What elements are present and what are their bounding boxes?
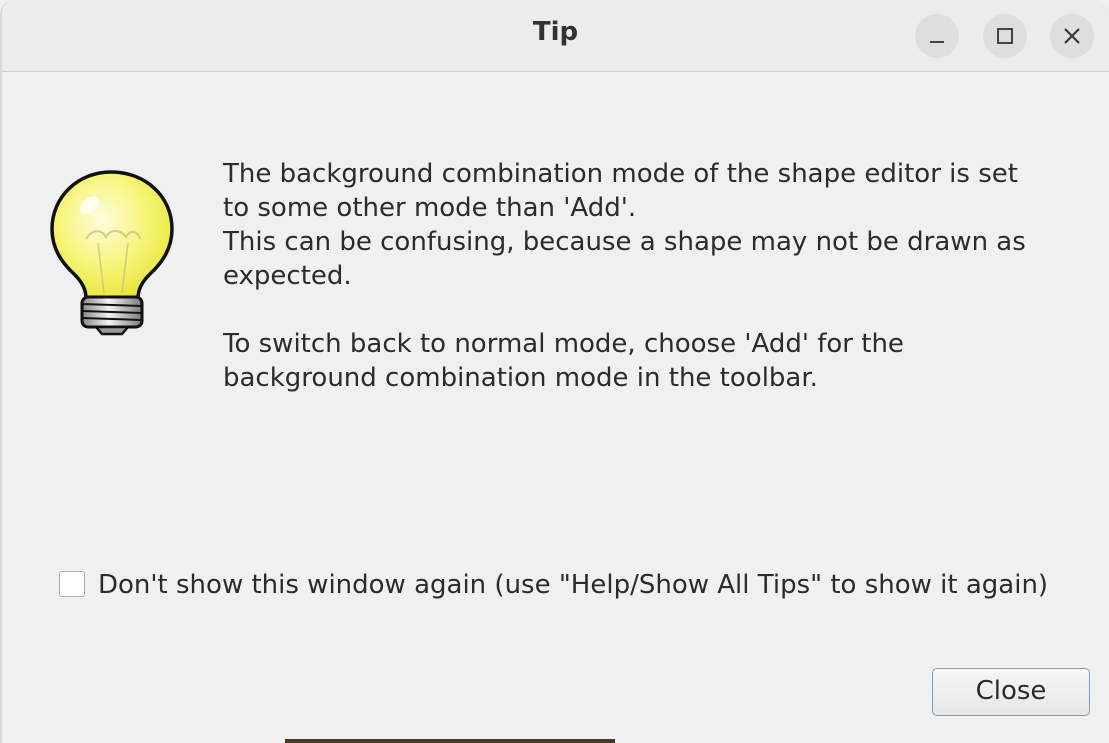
message-line: to some other mode than 'Add'. xyxy=(223,193,637,223)
close-icon xyxy=(1064,28,1080,44)
minimize-button[interactable] xyxy=(915,14,959,58)
close-window-button[interactable] xyxy=(1050,14,1094,58)
close-button[interactable]: Close xyxy=(932,668,1090,716)
tip-dialog: Tip The background combination mode of t… xyxy=(0,0,1109,743)
message-line: expected. xyxy=(223,261,352,291)
background-window-edge xyxy=(285,739,615,743)
maximize-button[interactable] xyxy=(983,14,1027,58)
lightbulb-icon xyxy=(50,170,174,336)
message-line: background combination mode in the toolb… xyxy=(223,363,818,393)
message-line: The background combination mode of the s… xyxy=(223,159,1018,189)
tip-message: The background combination mode of the s… xyxy=(223,157,1083,395)
message-line: To switch back to normal mode, choose 'A… xyxy=(223,329,904,359)
message-line: This can be confusing, because a shape m… xyxy=(223,227,1026,257)
dont-show-again-label[interactable]: Don't show this window again (use "Help/… xyxy=(98,570,1048,600)
dont-show-again-checkbox[interactable] xyxy=(59,571,85,597)
title-bar[interactable]: Tip xyxy=(2,0,1109,72)
maximize-icon xyxy=(997,28,1013,44)
minimize-icon xyxy=(930,41,944,43)
message-line xyxy=(223,293,1083,327)
